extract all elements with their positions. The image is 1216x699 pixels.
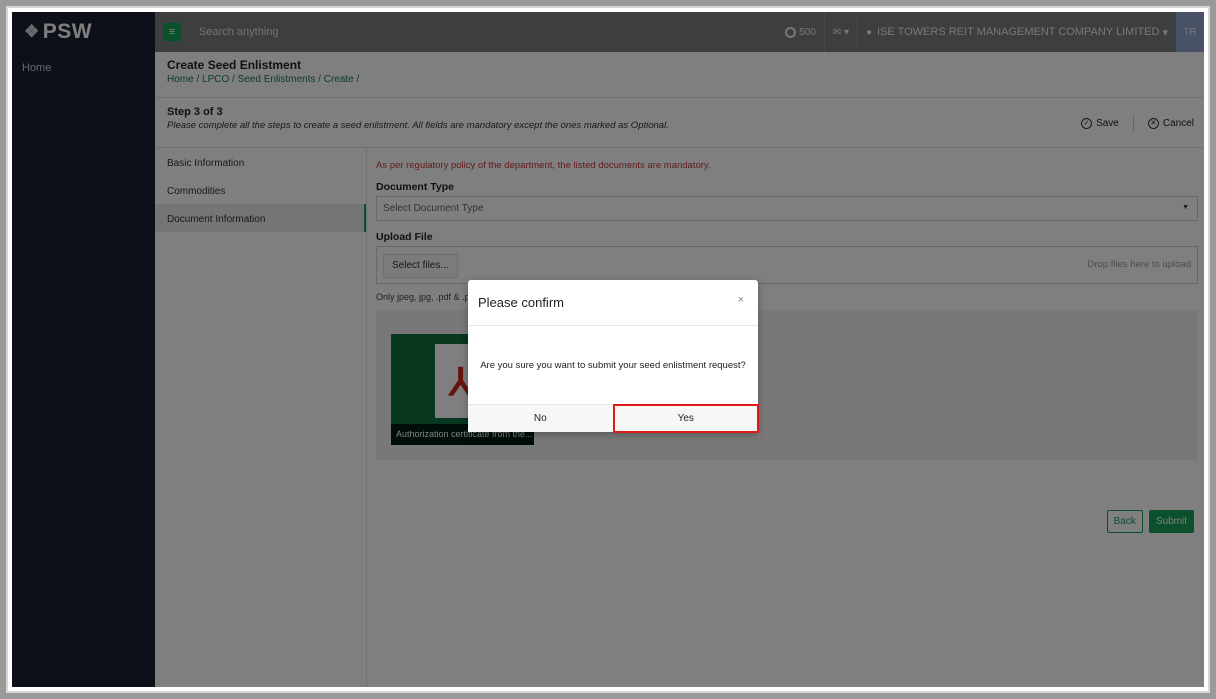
dialog-message: Are you sure you want to submit your see… bbox=[480, 359, 746, 371]
no-button[interactable]: No bbox=[468, 405, 614, 432]
app: ❖ PSW Home ≡ Search anything 500 ✉ ▾ ● I… bbox=[12, 12, 1204, 687]
close-icon[interactable]: × bbox=[738, 294, 744, 306]
confirm-dialog: Please confirm × Are you sure you want t… bbox=[468, 280, 759, 433]
yes-button[interactable]: Yes bbox=[612, 404, 759, 433]
dialog-title: Please confirm bbox=[478, 295, 564, 310]
dialog-footer: No Yes bbox=[468, 404, 759, 433]
dialog-header: Please confirm × bbox=[468, 280, 758, 326]
